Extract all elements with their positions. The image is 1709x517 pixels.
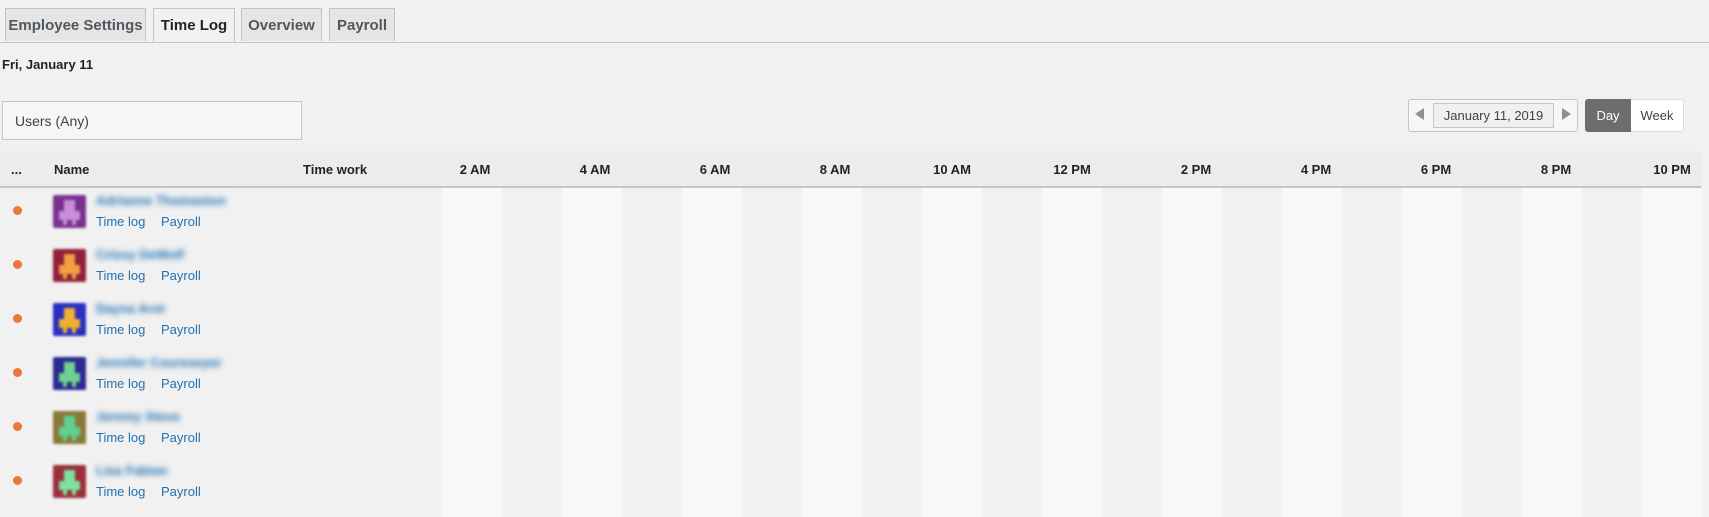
table-header: ... Name Time work 2 AM 4 AM 6 AM 8 AM 1…: [0, 151, 1701, 188]
employee-name-link[interactable]: Lisa Fabian: [96, 463, 168, 478]
table-row: Lisa Fabian Time log Payroll: [0, 458, 442, 512]
hour-stripe: [802, 188, 862, 517]
employee-name-link[interactable]: Jeremy Steve: [96, 409, 180, 424]
time-log-link[interactable]: Time log: [96, 376, 145, 391]
date-heading: Fri, January 11: [2, 57, 94, 72]
avatar: [53, 303, 86, 336]
hour-header: 8 AM: [819, 162, 851, 177]
payroll-link[interactable]: Payroll: [161, 484, 201, 499]
hour-stripe: [1042, 188, 1102, 517]
time-log-link[interactable]: Time log: [96, 214, 145, 229]
payroll-link[interactable]: Payroll: [161, 268, 201, 283]
time-log-link[interactable]: Time log: [96, 430, 145, 445]
day-view-button[interactable]: Day: [1585, 99, 1631, 132]
status-dot: [13, 260, 22, 269]
status-dot: [13, 206, 22, 215]
table-row: Crissy DeWolf Time log Payroll: [0, 242, 442, 296]
hour-header: 6 AM: [699, 162, 731, 177]
employee-name-link[interactable]: Dayna Arot: [96, 301, 165, 316]
next-day-arrow-icon[interactable]: [1562, 108, 1571, 120]
hour-stripe: [922, 188, 982, 517]
time-work-column-header[interactable]: Time work: [303, 162, 367, 177]
status-dot: [13, 314, 22, 323]
payroll-link[interactable]: Payroll: [161, 430, 201, 445]
tab-employee-settings[interactable]: Employee Settings: [5, 8, 146, 41]
time-log-link[interactable]: Time log: [96, 322, 145, 337]
table-row: Jeremy Steve Time log Payroll: [0, 404, 442, 458]
view-toggle: Day Week: [1585, 99, 1684, 132]
hour-header: 12 PM: [1053, 162, 1091, 177]
hour-stripe: [1522, 188, 1582, 517]
avatar: [53, 465, 86, 498]
hour-header: 4 AM: [579, 162, 611, 177]
employee-name-link[interactable]: Jennifer Coureseyer: [96, 355, 222, 370]
employee-name-link[interactable]: Crissy DeWolf: [96, 247, 184, 262]
payroll-link[interactable]: Payroll: [161, 322, 201, 337]
timeline-grid: [442, 188, 1702, 517]
hour-stripe: [682, 188, 742, 517]
hour-header: 10 PM: [1653, 162, 1691, 177]
hour-header: 8 PM: [1540, 162, 1572, 177]
hour-header: 2 AM: [459, 162, 491, 177]
payroll-link[interactable]: Payroll: [161, 214, 201, 229]
status-dot: [13, 368, 22, 377]
tab-label: Overview: [248, 16, 315, 34]
status-dot: [13, 422, 22, 431]
users-filter-select[interactable]: Users (Any): [2, 101, 302, 140]
hour-header: 2 PM: [1180, 162, 1212, 177]
status-column-header[interactable]: ...: [11, 162, 22, 177]
time-log-link[interactable]: Time log: [96, 268, 145, 283]
avatar: [53, 357, 86, 390]
name-column-header[interactable]: Name: [54, 162, 89, 177]
date-navigator: [1408, 99, 1578, 132]
payroll-link[interactable]: Payroll: [161, 376, 201, 391]
week-view-button[interactable]: Week: [1631, 99, 1684, 132]
tab-payroll[interactable]: Payroll: [329, 8, 395, 41]
status-dot: [13, 476, 22, 485]
hour-stripe: [1642, 188, 1702, 517]
hour-header: 10 AM: [933, 162, 971, 177]
hour-stripe: [442, 188, 502, 517]
tab-label: Payroll: [336, 16, 388, 34]
hour-stripe: [562, 188, 622, 517]
avatar: [53, 249, 86, 282]
tab-label: Time Log: [160, 17, 228, 34]
hour-header: 6 PM: [1420, 162, 1452, 177]
avatar: [53, 195, 86, 228]
tab-overview[interactable]: Overview: [241, 8, 322, 41]
table-row: Jennifer Coureseyer Time log Payroll: [0, 350, 442, 404]
hour-header: 4 PM: [1300, 162, 1332, 177]
time-log-link[interactable]: Time log: [96, 484, 145, 499]
date-input[interactable]: [1433, 103, 1554, 128]
prev-day-arrow-icon[interactable]: [1415, 108, 1424, 120]
tab-time-log[interactable]: Time Log: [153, 8, 235, 42]
table-row: Dayna Arot Time log Payroll: [0, 296, 442, 350]
avatar: [53, 411, 86, 444]
hour-stripe: [1402, 188, 1462, 517]
hour-stripe: [1282, 188, 1342, 517]
tab-label: Employee Settings: [8, 16, 143, 34]
users-filter-label: Users (Any): [15, 112, 89, 129]
employee-name-link[interactable]: Adrianne Thomaston: [96, 193, 226, 208]
table-row: Adrianne Thomaston Time log Payroll: [0, 188, 442, 242]
tab-bar: Employee Settings Time Log Overview Payr…: [0, 0, 1709, 43]
hour-stripe: [1162, 188, 1222, 517]
